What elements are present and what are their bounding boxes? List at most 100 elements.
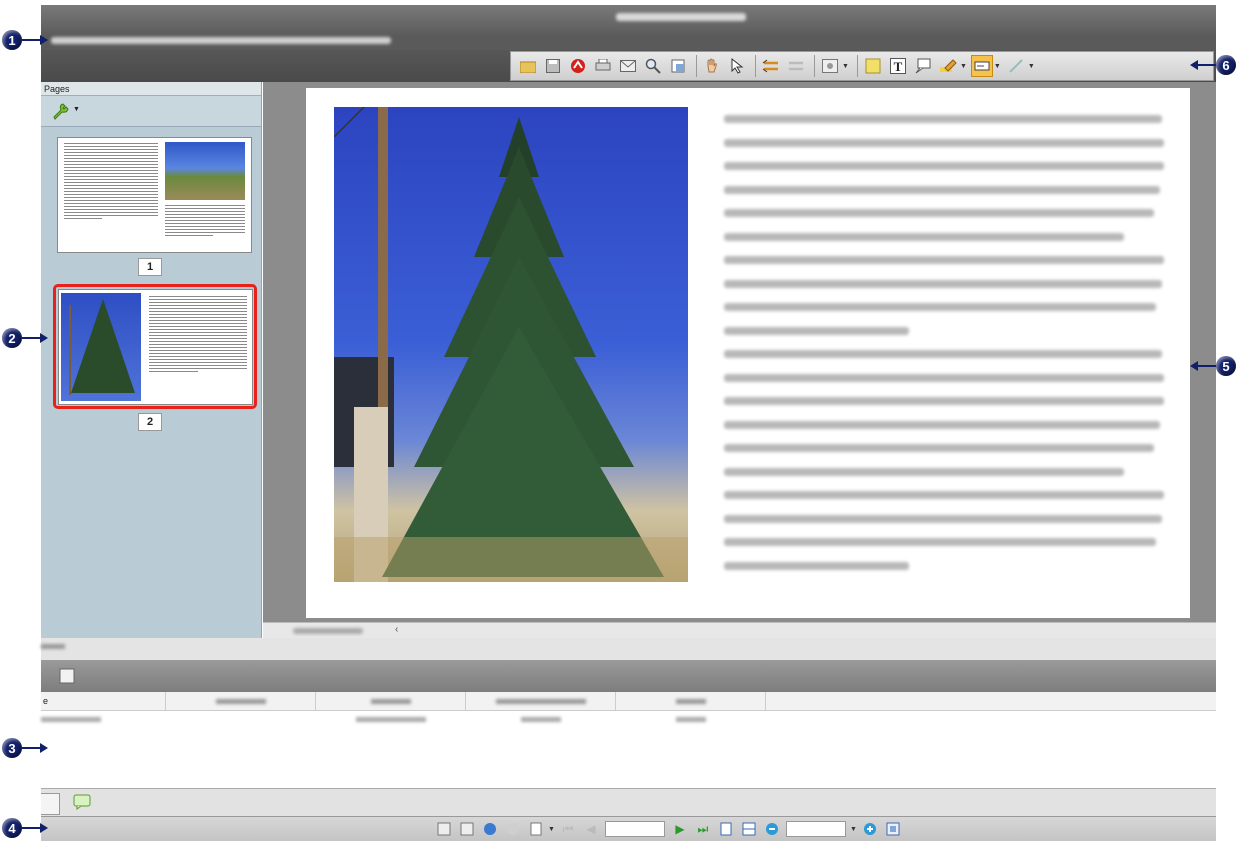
- results-column-headers: e: [41, 692, 1216, 711]
- save-icon[interactable]: [542, 55, 564, 77]
- zoom-level-select[interactable]: [785, 821, 846, 837]
- column-header[interactable]: [316, 692, 466, 710]
- svg-text:T: T: [894, 59, 903, 74]
- find-replace-icon[interactable]: [667, 55, 689, 77]
- page-number-2: 2: [138, 413, 162, 431]
- previous-page-icon[interactable]: ◀: [582, 820, 600, 838]
- page-thumbnail-2[interactable]: [58, 289, 253, 405]
- menu-items[interactable]: [51, 37, 391, 44]
- text-line: [724, 162, 1164, 170]
- prev-view-icon[interactable]: [760, 55, 782, 77]
- results-list: [41, 728, 1216, 788]
- fit-page-icon[interactable]: [435, 820, 453, 838]
- annotation-number: 5: [1216, 356, 1236, 376]
- table-cell: [466, 710, 616, 728]
- select-tool-icon[interactable]: [726, 55, 748, 77]
- first-page-icon[interactable]: ⏮: [559, 820, 577, 838]
- column-header[interactable]: [466, 692, 616, 710]
- text-line: [724, 561, 909, 570]
- zoom-in-icon[interactable]: [861, 820, 879, 838]
- text-line: [724, 326, 909, 335]
- email-icon[interactable]: [617, 55, 639, 77]
- highlighter-icon[interactable]: [937, 55, 959, 77]
- next-page-icon[interactable]: ▶: [671, 820, 689, 838]
- pen-icon[interactable]: [1005, 55, 1027, 77]
- window-titlebar: [41, 5, 1216, 35]
- chevron-down-icon[interactable]: ▼: [73, 106, 80, 113]
- column-header[interactable]: [166, 692, 316, 710]
- table-cell: [41, 710, 166, 728]
- text-line: [724, 538, 1156, 546]
- menu-bar: [41, 35, 1216, 50]
- pages-tab-icon[interactable]: [41, 793, 60, 815]
- page-options-icon[interactable]: [819, 55, 841, 77]
- thumbnail-text: [165, 205, 245, 238]
- page-number-input[interactable]: [604, 821, 665, 837]
- pdf-icon[interactable]: [567, 55, 589, 77]
- annotation-number: 6: [1216, 55, 1236, 75]
- scroll-left-icon[interactable]: ‹: [395, 624, 398, 635]
- status-navigation-bar: ▼ ⏮ ◀ ▶ ⏭ ▼: [41, 816, 1216, 841]
- document-paragraphs: [724, 115, 1164, 585]
- annotation-marker-2: 2: [2, 328, 48, 348]
- text-line: [724, 467, 1124, 476]
- text-line: [724, 491, 1164, 499]
- column-header[interactable]: [616, 692, 766, 710]
- page-thumbnail-1[interactable]: [57, 137, 252, 253]
- table-row[interactable]: [41, 710, 1216, 728]
- table-cell: [166, 710, 316, 728]
- text-line: [724, 350, 1162, 358]
- chevron-down-icon[interactable]: ▼: [960, 63, 967, 70]
- toolbar-separator: [755, 55, 756, 77]
- callout-icon[interactable]: [912, 55, 934, 77]
- hand-tool-icon[interactable]: [701, 55, 723, 77]
- text-line: [724, 232, 1124, 241]
- thumbnail-photo: [61, 293, 141, 401]
- chevron-down-icon[interactable]: ▼: [548, 826, 555, 833]
- chevron-down-icon[interactable]: ▼: [994, 63, 1001, 70]
- search-icon[interactable]: [642, 55, 664, 77]
- document-icon[interactable]: [59, 668, 75, 687]
- fit-width-icon[interactable]: [458, 820, 476, 838]
- chevron-down-icon[interactable]: ▼: [1028, 63, 1035, 70]
- text-line: [724, 397, 1164, 405]
- annotation-number: 4: [2, 818, 22, 838]
- back-icon[interactable]: [481, 820, 499, 838]
- window-title: [616, 13, 746, 21]
- zoom-out-icon[interactable]: [763, 820, 781, 838]
- page-layout-icon[interactable]: [527, 820, 545, 838]
- forward-icon[interactable]: [504, 820, 522, 838]
- annotation-marker-4: 4: [2, 818, 48, 838]
- last-page-icon[interactable]: ⏭: [694, 820, 712, 838]
- note-icon[interactable]: [862, 55, 884, 77]
- pages-panel-title: Pages: [41, 82, 261, 96]
- column-header[interactable]: e: [41, 692, 166, 710]
- text-line: [724, 373, 1164, 382]
- bottom-panel-toolbar: [41, 660, 1216, 692]
- tree-photo: [334, 107, 688, 582]
- text-line: [724, 279, 1162, 288]
- annotation-marker-5: 5: [1190, 356, 1236, 376]
- two-page-icon[interactable]: [740, 820, 758, 838]
- thumbnail-text: [149, 296, 247, 374]
- chevron-down-icon[interactable]: ▼: [842, 63, 849, 70]
- fullscreen-icon[interactable]: [884, 820, 902, 838]
- toolbar-separator: [814, 55, 815, 77]
- single-page-icon[interactable]: [717, 820, 735, 838]
- horizontal-scrollbar[interactable]: ‹: [263, 622, 1216, 639]
- comments-tab-icon[interactable]: [73, 794, 91, 813]
- text-line: [724, 420, 1160, 429]
- annotation-marker-3: 3: [2, 738, 48, 758]
- wrench-icon[interactable]: [51, 102, 69, 123]
- print-icon[interactable]: [592, 55, 614, 77]
- text-tool-icon[interactable]: T: [887, 55, 909, 77]
- annotation-number: 2: [2, 328, 22, 348]
- toolbar-separator: [856, 55, 858, 77]
- text-line: [724, 138, 1164, 147]
- text-line: [724, 209, 1154, 217]
- chevron-down-icon[interactable]: ▼: [850, 826, 857, 833]
- text-line: [724, 444, 1154, 452]
- form-field-icon[interactable]: [970, 55, 993, 77]
- open-folder-icon[interactable]: [517, 55, 539, 77]
- next-view-icon[interactable]: [785, 55, 807, 77]
